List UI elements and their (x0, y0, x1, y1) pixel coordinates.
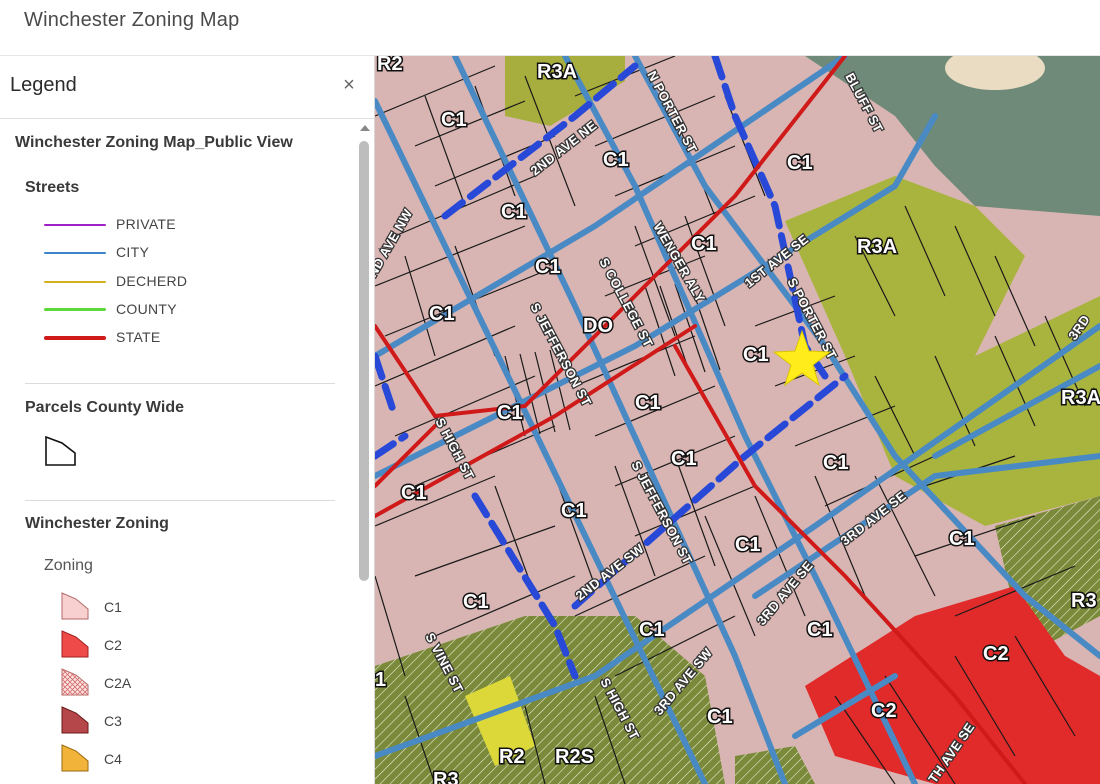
zone-label: C1 (463, 591, 489, 613)
legend-item-label: C2 (104, 637, 122, 653)
zone-label: C1 (501, 201, 527, 223)
zone-label: C1 (743, 344, 769, 366)
zone-label: C1 (949, 528, 975, 550)
zone-label: R3 (1071, 590, 1097, 612)
zone-label: C1 (561, 500, 587, 522)
decherd-line-swatch (44, 281, 106, 283)
zone-label: C1 (603, 149, 629, 171)
legend-scrollbar[interactable] (356, 119, 374, 784)
streets-title: Streets (25, 179, 80, 196)
legend-item-c2a: C2A (60, 667, 260, 699)
zone-label: R2S (555, 746, 594, 768)
legend-item-c4: C4 (60, 743, 260, 775)
zone-label: C2 (983, 643, 1009, 665)
legend-header: Legend × (0, 56, 374, 119)
legend-item-label: DECHERD (116, 273, 188, 289)
legend-item-decherd: DECHERD (44, 272, 304, 292)
legend-item-state: STATE (44, 328, 304, 348)
c1-swatch (61, 592, 89, 620)
legend-item-label: C1 (104, 599, 122, 615)
zoning-subtitle: Zoning (44, 557, 93, 574)
state-line-swatch (44, 336, 106, 340)
zone-label: C1 (735, 534, 761, 556)
legend-item-private: PRIVATE (44, 215, 304, 235)
zone-label: R2 (499, 746, 525, 768)
legend-item-c2: C2 (60, 629, 260, 661)
legend-item-city: CITY (44, 243, 304, 263)
zone-label: C2 (871, 700, 897, 722)
zone-label: C1 (535, 256, 561, 278)
legend-item-c3: C3 (60, 705, 260, 737)
zone-label: 1 (375, 669, 386, 691)
legend-item-label: C4 (104, 751, 122, 767)
c2a-swatch (61, 668, 89, 696)
legend-body: Winchester Zoning Map_Public View Street… (0, 119, 356, 784)
legend-item-label: COUNTY (116, 301, 177, 317)
legend-divider (25, 383, 335, 384)
zone-label: R3A (857, 236, 897, 258)
legend-item-label: C3 (104, 713, 122, 729)
layer-title: Winchester Zoning Map_Public View (15, 134, 293, 151)
legend-item-c1: C1 (60, 591, 260, 623)
map-canvas[interactable]: R2 R3A C1 C1 C1 C1 C1 R3A C1 C1 DO C1 C1… (375, 56, 1100, 784)
map-view[interactable]: R2 R3A C1 C1 C1 C1 C1 R3A C1 C1 DO C1 C1… (375, 56, 1100, 784)
app-header: Winchester Zoning Map (0, 0, 1100, 56)
zoning-title: Winchester Zoning (25, 515, 169, 532)
legend-panel: Legend × Winchester Zoning Map_Public Vi… (0, 56, 375, 784)
app-title: Winchester Zoning Map (24, 9, 240, 31)
zone-label: C1 (691, 233, 717, 255)
zone-label: DO (583, 315, 613, 337)
zone-label: C1 (807, 619, 833, 641)
zone-label: R3A (1061, 387, 1100, 409)
zone-label: C1 (823, 452, 849, 474)
zone-label: R2 (377, 56, 403, 75)
zone-label: C1 (787, 152, 813, 174)
scroll-up-arrow-icon[interactable] (360, 125, 370, 131)
zone-label: R3A (537, 61, 577, 83)
zone-label: C1 (671, 448, 697, 470)
zone-label: C1 (441, 109, 467, 131)
zone-label: C1 (707, 706, 733, 728)
legend-item-label: CITY (116, 244, 150, 260)
private-line-swatch (44, 224, 106, 226)
parcels-title: Parcels County Wide (25, 399, 185, 416)
zone-label: R3 (433, 769, 459, 784)
legend-divider (25, 500, 335, 501)
c3-swatch (61, 706, 89, 734)
c2-swatch (61, 630, 89, 658)
zone-label: C1 (497, 402, 523, 424)
legend-title: Legend (10, 74, 77, 96)
scrollbar-thumb[interactable] (359, 141, 369, 581)
county-line-swatch (44, 308, 106, 311)
c4-swatch (61, 744, 89, 772)
zone-label: C1 (639, 619, 665, 641)
legend-item-label: STATE (116, 329, 161, 345)
zone-label: C1 (429, 303, 455, 325)
parcel-polygon-icon (45, 435, 76, 466)
city-line-swatch (44, 252, 106, 254)
legend-item-label: PRIVATE (116, 216, 176, 232)
legend-item-county: COUNTY (44, 300, 304, 320)
legend-item-label: C2A (104, 675, 132, 691)
zone-label: C1 (401, 482, 427, 504)
close-icon[interactable]: × (338, 74, 360, 96)
zone-label: C1 (635, 392, 661, 414)
